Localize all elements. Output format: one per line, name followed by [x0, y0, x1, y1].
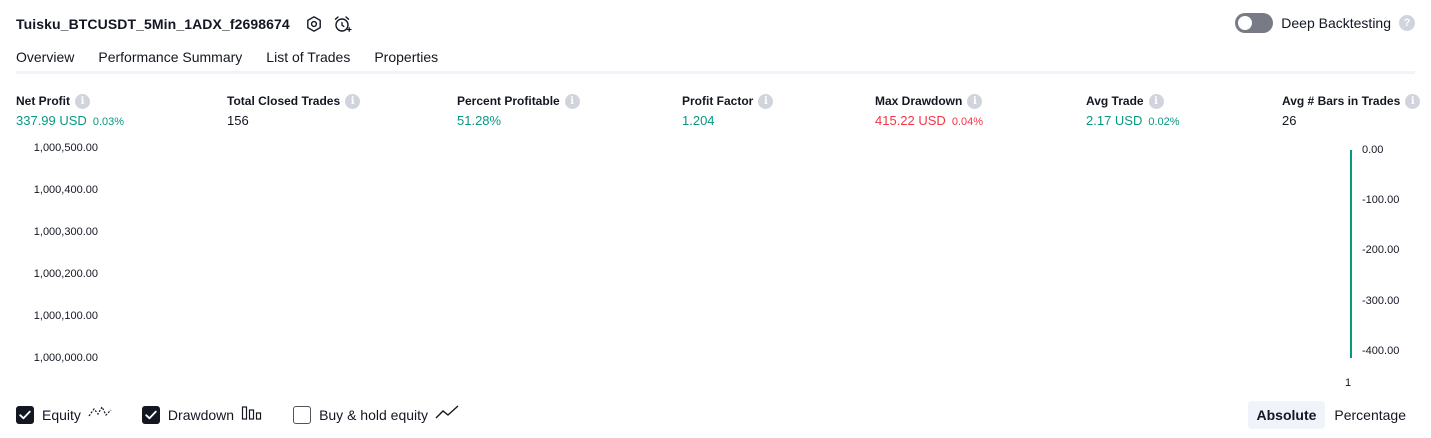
left-axis-tick: 1,000,000.00: [33, 352, 98, 364]
alarm-clock-plus-icon[interactable]: [332, 14, 352, 34]
metric-label: Net Profit: [16, 94, 70, 108]
drawdown-toggle[interactable]: Drawdown: [141, 404, 263, 425]
info-icon[interactable]: i: [75, 93, 90, 109]
metric-net-profit: Net Profit i 337.99 USD 0.03%: [16, 93, 124, 128]
right-axis-tick: -100.00: [1362, 194, 1400, 206]
toggle-knob: [1238, 16, 1253, 30]
left-axis-tick: 1,000,200.00: [33, 268, 98, 280]
metric-value: 156: [227, 113, 249, 128]
equity-checkbox[interactable]: [16, 405, 34, 424]
metric-avg-bars-in-trades: Avg # Bars in Trades i 26: [1282, 93, 1421, 128]
deep-backtesting-label: Deep Backtesting: [1281, 15, 1391, 31]
deep-backtesting-toggle[interactable]: [1235, 13, 1274, 33]
metric-percent: 0.02%: [1148, 116, 1180, 128]
metric-label: Percent Profitable: [457, 94, 560, 108]
x-axis-tick: 1: [1345, 377, 1352, 389]
left-axis-tick: 1,000,100.00: [33, 310, 98, 322]
gear-icon[interactable]: [304, 14, 324, 34]
equity-toggle[interactable]: Equity: [16, 404, 112, 425]
drawdown-bar: [1350, 150, 1352, 358]
metric-label: Avg Trade: [1086, 94, 1144, 108]
tab-properties[interactable]: Properties: [374, 46, 438, 74]
info-icon[interactable]: i: [967, 93, 983, 109]
buy-hold-checkbox[interactable]: [293, 405, 312, 424]
strategy-name: Tuisku_BTCUSDT_5Min_1ADX_f2698674: [16, 16, 290, 32]
deep-backtesting: Deep Backtesting ?: [1235, 13, 1415, 33]
percentage-button[interactable]: Percentage: [1325, 401, 1415, 429]
metric-total-closed-trades: Total Closed Trades i 156: [227, 93, 361, 128]
info-icon[interactable]: i: [1148, 93, 1164, 109]
metric-label: Profit Factor: [682, 94, 754, 108]
metric-percent: 0.03%: [92, 116, 125, 128]
metric-value: 26: [1282, 113, 1297, 128]
buy-hold-toggle[interactable]: Buy & hold equity: [293, 404, 459, 425]
right-axis-tick: 0.00: [1362, 144, 1384, 156]
equity-line-icon: [88, 404, 112, 425]
drawdown-label: Drawdown: [167, 406, 235, 423]
tabs-divider: [16, 71, 1415, 74]
view-mode-switch: Absolute Percentage: [1247, 401, 1416, 429]
tab-list-of-trades[interactable]: List of Trades: [266, 46, 350, 74]
info-icon[interactable]: i: [758, 93, 774, 109]
metric-label: Total Closed Trades: [227, 94, 341, 108]
equity-label: Equity: [42, 406, 81, 423]
right-axis-tick: -300.00: [1362, 295, 1400, 307]
metric-value: 337.99 USD: [16, 113, 87, 128]
buy-hold-line-icon: [435, 404, 459, 425]
metric-value: 2.17 USD: [1086, 113, 1143, 128]
right-axis-tick: -200.00: [1362, 244, 1400, 256]
metric-percent: 0.04%: [951, 116, 984, 128]
metric-value: 51.28%: [457, 113, 502, 128]
left-axis-tick: 1,000,400.00: [33, 184, 98, 196]
question-icon[interactable]: ?: [1399, 15, 1415, 31]
metric-label: Avg # Bars in Trades: [1282, 94, 1401, 108]
strategy-header: Tuisku_BTCUSDT_5Min_1ADX_f2698674: [16, 12, 352, 36]
metric-value: 415.22 USD: [875, 113, 946, 128]
info-icon[interactable]: i: [564, 93, 580, 109]
metric-value: 1.204: [682, 113, 715, 128]
left-axis-tick: 1,000,300.00: [33, 226, 98, 238]
info-icon[interactable]: i: [345, 93, 361, 109]
absolute-button[interactable]: Absolute: [1247, 401, 1326, 429]
tab-performance-summary[interactable]: Performance Summary: [98, 46, 242, 74]
metric-max-drawdown: Max Drawdown i 415.22 USD 0.04%: [875, 93, 983, 128]
metric-avg-trade: Avg Trade i 2.17 USD 0.02%: [1086, 93, 1180, 128]
metric-label: Max Drawdown: [875, 94, 963, 108]
drawdown-bars-icon: [241, 404, 263, 425]
report-tabs: Overview Performance Summary List of Tra…: [16, 46, 462, 74]
metric-percent-profitable: Percent Profitable i 51.28%: [457, 93, 580, 128]
chart-legend: Equity Drawdown Buy & hold equity: [16, 404, 489, 425]
right-axis-tick: -400.00: [1362, 345, 1400, 357]
info-icon[interactable]: i: [1405, 93, 1421, 109]
left-axis-tick: 1,000,500.00: [33, 142, 98, 154]
buy-hold-label: Buy & hold equity: [319, 406, 429, 423]
tab-overview[interactable]: Overview: [16, 46, 75, 74]
metric-profit-factor: Profit Factor i 1.204: [682, 93, 774, 128]
drawdown-checkbox[interactable]: [141, 405, 160, 424]
